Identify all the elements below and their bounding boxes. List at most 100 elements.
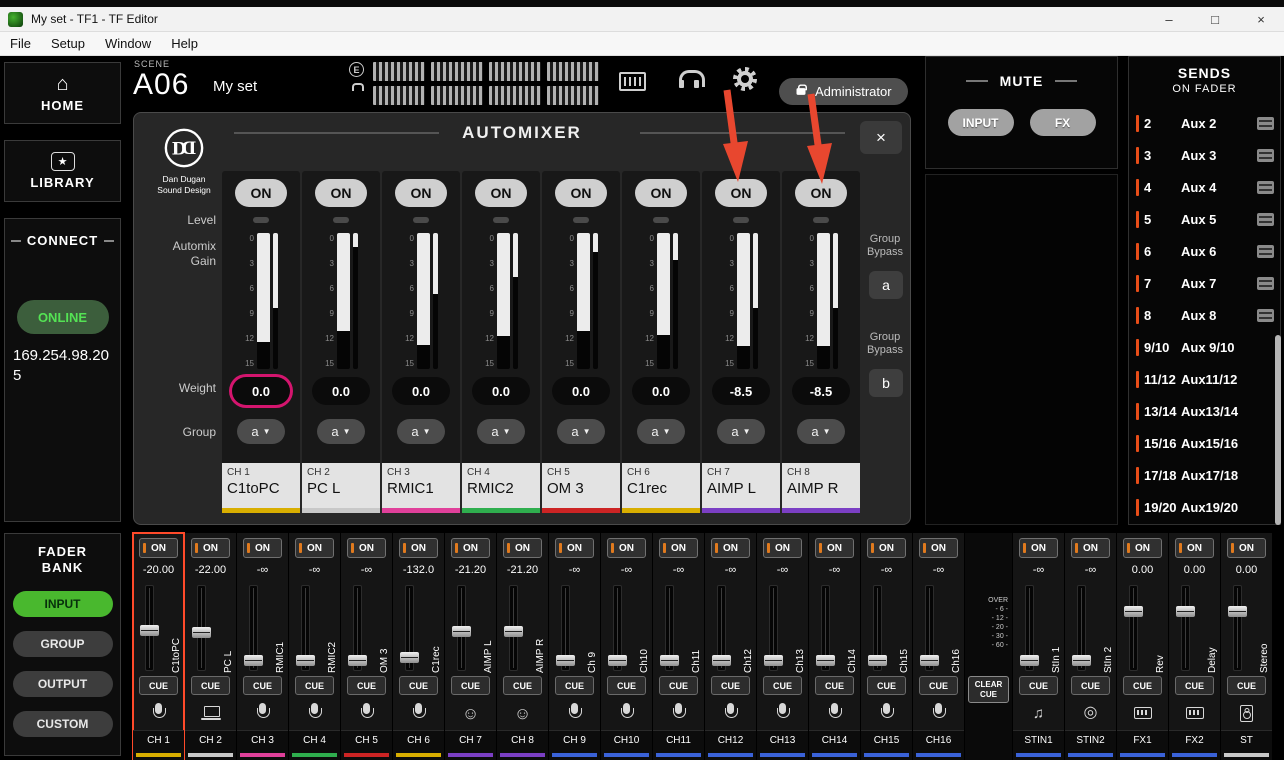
channel-tag[interactable]: CH 8 AIMP R <box>782 463 860 513</box>
cue-button[interactable]: CUE <box>763 676 802 695</box>
fader-track[interactable] <box>1176 585 1195 671</box>
channel-label[interactable]: CH13 <box>757 730 808 760</box>
fader-track[interactable] <box>348 585 367 671</box>
mute-input-button[interactable]: INPUT <box>947 109 1014 136</box>
channel-tag[interactable]: CH 4 RMIC2 <box>462 463 540 513</box>
fader-track[interactable] <box>400 585 419 671</box>
channel-label[interactable]: CH 4 <box>289 730 340 760</box>
fader-track[interactable] <box>504 585 523 671</box>
fader-handle[interactable] <box>1228 606 1247 618</box>
channel-on-button[interactable]: ON <box>347 538 386 558</box>
close-window-button[interactable]: × <box>1238 7 1284 31</box>
send-row[interactable]: 19/20 Aux19/20 <box>1129 491 1280 523</box>
weight-value[interactable]: 0.0 <box>632 377 690 405</box>
fader-handle[interactable] <box>712 654 731 666</box>
channel-on-button[interactable]: ON <box>139 538 178 558</box>
automix-on-button[interactable]: ON <box>475 179 527 207</box>
fader-track[interactable] <box>608 585 627 671</box>
cue-button[interactable]: CUE <box>1019 676 1058 695</box>
fader-track[interactable] <box>1228 585 1247 671</box>
cue-button[interactable]: CUE <box>191 676 230 695</box>
fader-handle[interactable] <box>244 654 263 666</box>
cue-button[interactable]: CUE <box>295 676 334 695</box>
channel-label[interactable]: STIN1 <box>1013 730 1064 760</box>
mute-fx-button[interactable]: FX <box>1029 109 1096 136</box>
channel-on-button[interactable]: ON <box>1019 538 1058 558</box>
channel-on-button[interactable]: ON <box>295 538 334 558</box>
weight-value[interactable]: 0.0 <box>312 377 370 405</box>
cue-button[interactable]: CUE <box>1175 676 1214 695</box>
fader-handle[interactable] <box>192 627 211 639</box>
cue-button[interactable]: CUE <box>399 676 438 695</box>
group-select[interactable]: a ▼ <box>797 419 845 444</box>
fader-bank-button[interactable]: OUTPUT <box>12 670 113 697</box>
fader-track[interactable] <box>192 585 211 671</box>
send-row[interactable]: 15/16 Aux15/16 <box>1129 427 1280 459</box>
channel-label[interactable]: CH16 <box>913 730 964 760</box>
send-row[interactable]: 2 Aux 2 <box>1129 107 1280 139</box>
channel-label[interactable]: CH11 <box>653 730 704 760</box>
channel-on-button[interactable]: ON <box>815 538 854 558</box>
channel-on-button[interactable]: ON <box>555 538 594 558</box>
channel-on-button[interactable]: ON <box>711 538 750 558</box>
send-row[interactable]: 5 Aux 5 <box>1129 203 1280 235</box>
channel-label[interactable]: CH15 <box>861 730 912 760</box>
weight-value[interactable]: -8.5 <box>792 377 850 405</box>
channel-label[interactable]: CH 2 <box>185 730 236 760</box>
channel-on-button[interactable]: ON <box>451 538 490 558</box>
channel-label[interactable]: CH 6 <box>393 730 444 760</box>
fader-handle[interactable] <box>504 625 523 637</box>
channel-tag[interactable]: CH 1 C1toPC <box>222 463 300 513</box>
channel-tag[interactable]: CH 6 C1rec <box>622 463 700 513</box>
cue-button[interactable]: CUE <box>555 676 594 695</box>
channel-on-button[interactable]: ON <box>763 538 802 558</box>
menu-item[interactable]: Setup <box>41 36 95 51</box>
channel-label[interactable]: CH10 <box>601 730 652 760</box>
fader-track[interactable] <box>556 585 575 671</box>
fader-track[interactable] <box>868 585 887 671</box>
send-row[interactable]: 11/12 Aux11/12 <box>1129 363 1280 395</box>
cue-button[interactable]: CUE <box>139 676 178 695</box>
automix-on-button[interactable]: ON <box>235 179 287 207</box>
fader-handle[interactable] <box>816 654 835 666</box>
channel-on-button[interactable]: ON <box>659 538 698 558</box>
fader-track[interactable] <box>660 585 679 671</box>
cue-button[interactable]: CUE <box>243 676 282 695</box>
scene-number[interactable]: A06 <box>133 68 189 102</box>
fader-track[interactable] <box>1124 585 1143 671</box>
group-bypass-a-button[interactable]: a <box>869 271 903 299</box>
fader-track[interactable] <box>244 585 263 671</box>
fader-handle[interactable] <box>868 654 887 666</box>
fader-handle[interactable] <box>296 654 315 666</box>
channel-label[interactable]: STIN2 <box>1065 730 1116 760</box>
channel-label[interactable]: CH14 <box>809 730 860 760</box>
cue-button[interactable]: CUE <box>711 676 750 695</box>
fader-handle[interactable] <box>1124 606 1143 618</box>
fader-handle[interactable] <box>1176 606 1195 618</box>
automix-on-button[interactable]: ON <box>315 179 367 207</box>
sidebar-item-library[interactable]: ★ LIBRARY <box>4 140 121 202</box>
channel-label[interactable]: CH 9 <box>549 730 600 760</box>
cue-button[interactable]: CUE <box>815 676 854 695</box>
fader-track[interactable] <box>140 585 159 671</box>
fader-track[interactable] <box>1020 585 1039 671</box>
channel-on-button[interactable]: ON <box>503 538 542 558</box>
cue-button[interactable]: CUE <box>503 676 542 695</box>
channel-label[interactable]: FX2 <box>1169 730 1220 760</box>
channel-on-button[interactable]: ON <box>919 538 958 558</box>
automix-on-button[interactable]: ON <box>555 179 607 207</box>
menu-item[interactable]: Help <box>161 36 208 51</box>
weight-value[interactable]: 0.0 <box>232 377 290 405</box>
menu-item[interactable]: File <box>0 36 41 51</box>
clear-cue-button[interactable]: CLEAR CUE <box>968 676 1009 703</box>
send-row[interactable]: 13/14 Aux13/14 <box>1129 395 1280 427</box>
keyboard-icon[interactable] <box>619 72 646 91</box>
fader-bank-button[interactable]: INPUT <box>12 590 113 617</box>
channel-label[interactable]: ST <box>1221 730 1272 760</box>
fader-bank-button[interactable]: GROUP <box>12 630 113 657</box>
channel-on-button[interactable]: ON <box>1071 538 1110 558</box>
weight-value[interactable]: 0.0 <box>552 377 610 405</box>
cue-button[interactable]: CUE <box>1071 676 1110 695</box>
weight-value[interactable]: 0.0 <box>392 377 450 405</box>
group-select[interactable]: a ▼ <box>477 419 525 444</box>
